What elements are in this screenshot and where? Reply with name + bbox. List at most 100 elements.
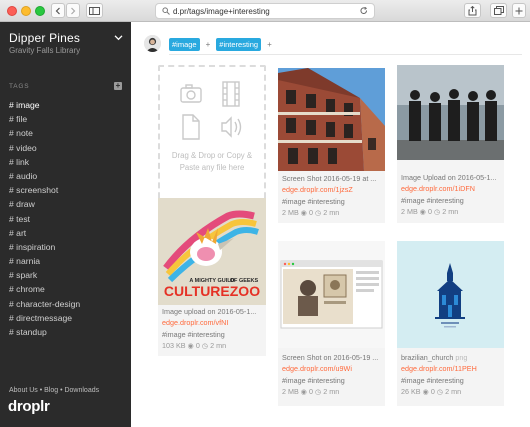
sidebar-icon [89, 6, 100, 15]
reload-icon[interactable] [360, 7, 368, 15]
filter-plus: + [205, 39, 211, 49]
sidebar-tag-item[interactable]: # standup [9, 325, 80, 339]
drop-card[interactable]: Screen Shot 2016-05-19 at ... edge.dropl… [278, 68, 385, 223]
drop-link[interactable]: edge.droplr.com/vfNI [162, 317, 256, 328]
account-name[interactable]: Dipper Pines [9, 31, 80, 45]
upload-icons [180, 81, 242, 140]
drop-link[interactable]: edge.droplr.com/1jzsZ [282, 184, 376, 195]
sidebar-tag-item[interactable]: # image [9, 98, 80, 112]
dropzone-text-line1: Drag & Drop or Copy & [171, 151, 253, 160]
drop-meta: Image upload on 2016-05-1... edge.droplr… [162, 306, 256, 352]
minimize-window-button[interactable] [21, 6, 31, 16]
dropzone-text: Drag & Drop or Copy & Paste any file her… [160, 150, 264, 173]
group-photo [397, 65, 504, 160]
speaker-icon [221, 116, 242, 138]
drop-tags[interactable]: #image #interesting [282, 196, 376, 207]
chevron-right-icon [71, 7, 76, 14]
drop-stats: 2 MB ◉ 0 ◷ 2 mn [282, 208, 340, 218]
sidebar-tag-item[interactable]: # spark [9, 268, 80, 282]
zoom-window-button[interactable] [35, 6, 45, 16]
screenshot-preview [278, 241, 385, 348]
building-photo [278, 68, 385, 171]
tag-list: # image # file # note # video # link # audio #… [9, 98, 80, 339]
drop-tags[interactable]: #image #interesting [401, 195, 497, 206]
share-icon [468, 5, 477, 15]
add-tag-button[interactable]: + [114, 82, 122, 90]
church-illustration [397, 241, 504, 348]
app-window: d.pr/tags/image+interesting Dipper Pines… [0, 0, 530, 427]
tabs-overview-button[interactable] [490, 3, 507, 18]
share-button[interactable] [464, 3, 481, 18]
drop-thumbnail [397, 241, 504, 348]
filter-chip-interesting[interactable]: #interesting [216, 37, 262, 51]
sidebar-tag-item[interactable]: # test [9, 212, 80, 226]
drop-link[interactable]: edge.droplr.com/1iDFN [401, 183, 497, 194]
user-avatar-image [144, 35, 161, 52]
drop-thumbnail [278, 241, 385, 348]
drop-stats: 26 KB ◉ 0 ◷ 2 mn [401, 387, 462, 397]
sidebar-toggle-button[interactable] [86, 3, 103, 18]
drop-thumbnail [278, 68, 385, 171]
drop-card[interactable]: Screen Shot on 2016-05-19 ... edge.dropl… [278, 241, 385, 406]
sidebar-tag-item[interactable]: # note [9, 126, 80, 140]
tag-filter-bar[interactable]: #image + #interesting + [169, 36, 272, 52]
browser-toolbar: d.pr/tags/image+interesting [0, 0, 530, 22]
sidebar-tag-item[interactable]: # narnia [9, 254, 80, 268]
sidebar-tag-item[interactable]: # screenshot [9, 183, 80, 197]
drop-thumbnail: A MIGHTY GUILD OF GEEKS CULTUREZOO [158, 198, 266, 305]
sidebar-tag-item[interactable]: # art [9, 226, 80, 240]
sidebar-tag-item[interactable]: # character-design [9, 297, 80, 311]
sidebar-tag-item[interactable]: # file [9, 112, 80, 126]
drop-meta: Image Upload on 2016-05-1... edge.droplr… [401, 172, 497, 218]
avatar[interactable] [144, 35, 161, 52]
address-url: d.pr/tags/image+interesting [173, 6, 270, 16]
sidebar-tag-item[interactable]: # video [9, 141, 80, 155]
drop-title-ext: png [455, 353, 468, 362]
sidebar: Dipper Pines Gravity Falls Library TAGS … [0, 22, 131, 427]
chevron-down-icon[interactable] [114, 33, 123, 42]
droplr-logo: droplr [8, 398, 50, 415]
drop-link[interactable]: edge.droplr.com/u9Wi [282, 363, 378, 374]
drop-card[interactable]: brazilian_church png edge.droplr.com/11P… [397, 241, 504, 406]
drop-card[interactable]: Image Upload on 2016-05-1... edge.droplr… [397, 65, 504, 223]
close-window-button[interactable] [7, 6, 17, 16]
chevron-left-icon [55, 7, 60, 14]
drop-title-name: brazilian_church [401, 353, 454, 362]
sidebar-footer-links[interactable]: About Us • Blog • Downloads [9, 387, 99, 394]
tags-heading: TAGS [9, 83, 30, 90]
address-bar[interactable]: d.pr/tags/image+interesting [155, 3, 375, 19]
camera-icon [180, 84, 202, 103]
main-content: #image + #interesting + Drag & Drop or C… [131, 22, 530, 427]
film-icon [222, 81, 240, 107]
sidebar-tag-item[interactable]: # draw [9, 197, 80, 211]
upload-dropzone[interactable]: Drag & Drop or Copy & Paste any file her… [158, 65, 266, 208]
sidebar-tag-item[interactable]: # audio [9, 169, 80, 183]
back-button[interactable] [51, 3, 65, 18]
drop-meta: Screen Shot 2016-05-19 at ... edge.dropl… [282, 173, 376, 219]
culturezoo-poster: A MIGHTY GUILD OF GEEKS CULTUREZOO [158, 198, 266, 305]
drop-title: Screen Shot 2016-05-19 at ... [282, 174, 377, 183]
new-tab-button[interactable] [512, 3, 526, 18]
sidebar-tag-item[interactable]: # chrome [9, 282, 80, 296]
drop-tags[interactable]: #image #interesting [282, 375, 378, 386]
poster-title: CULTUREZOO [164, 283, 260, 299]
tabs-icon [493, 6, 504, 15]
add-filter-plus[interactable]: + [267, 40, 272, 49]
sidebar-tag-item[interactable]: # inspiration [9, 240, 80, 254]
sidebar-tag-item[interactable]: # directmessage [9, 311, 80, 325]
drop-tags[interactable]: #image #interesting [162, 329, 256, 340]
plus-icon [515, 7, 523, 14]
drop-tags[interactable]: #image #interesting [401, 375, 477, 386]
dropzone-text-line2: Paste any file here [179, 162, 245, 172]
drop-meta: Screen Shot on 2016-05-19 ... edge.dropl… [282, 352, 378, 398]
search-icon [162, 7, 170, 15]
sidebar-tag-item[interactable]: # link [9, 155, 80, 169]
drop-thumbnail [397, 65, 504, 160]
filter-chip-image[interactable]: #image [169, 37, 200, 51]
forward-button[interactable] [66, 3, 80, 18]
drop-card[interactable]: A MIGHTY GUILD OF GEEKS CULTUREZOO Image… [158, 198, 266, 356]
drop-title: brazilian_church png [401, 352, 477, 363]
drop-link[interactable]: edge.droplr.com/11PEH [401, 363, 477, 374]
drop-title: Image Upload on 2016-05-1... [401, 173, 497, 182]
divider [169, 54, 522, 55]
